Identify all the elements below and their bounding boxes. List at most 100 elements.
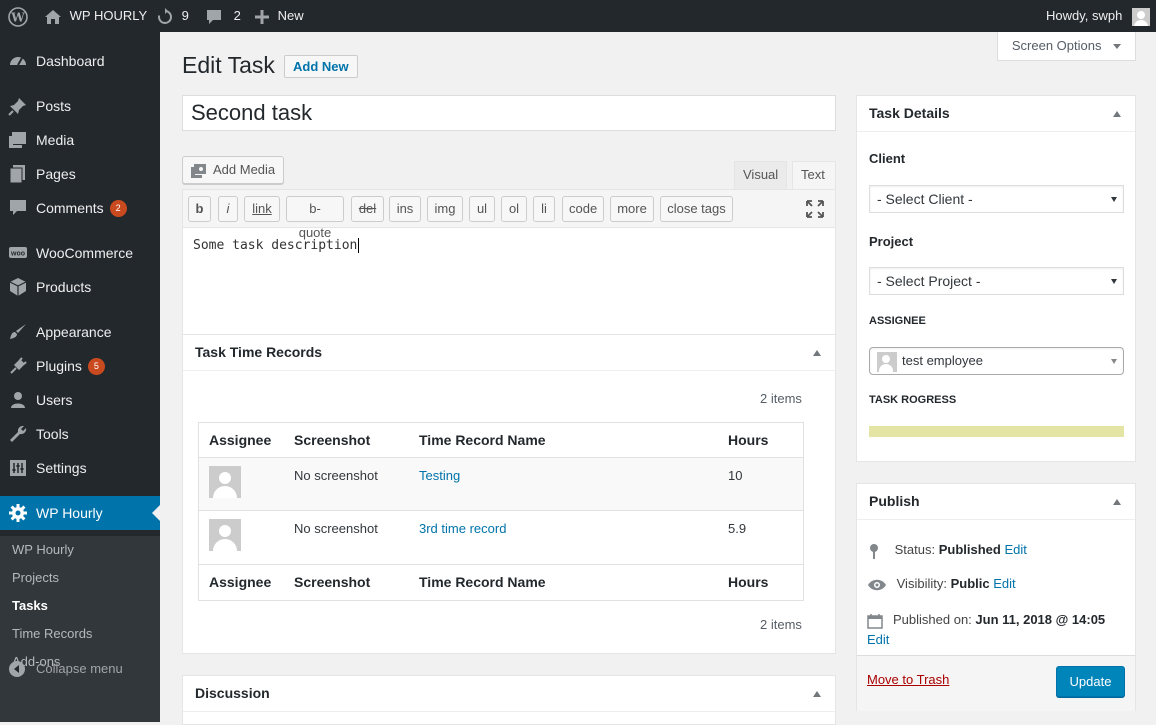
publish-header[interactable]: Publish: [857, 484, 1135, 520]
avatar: [877, 352, 897, 372]
editor: b i link b-quote del ins img ul ol li co…: [182, 189, 836, 335]
collapse-menu-label: Collapse menu: [36, 661, 123, 676]
dashboard-icon: [10, 57, 26, 66]
qt-bquote-button[interactable]: b-quote: [286, 196, 344, 240]
collapse-arrow-icon[interactable]: [813, 350, 821, 356]
woocommerce-icon: woo: [9, 247, 27, 258]
qt-ul-button[interactable]: ul: [469, 196, 495, 222]
collapse-arrow-icon[interactable]: [1113, 111, 1121, 117]
task-details-header[interactable]: Task Details: [857, 96, 1135, 132]
editor-textarea[interactable]: Some task description: [193, 238, 360, 253]
time-records-table: Assignee Screenshot Time Record Name Hou…: [198, 422, 804, 601]
table-footer-row: Assignee Screenshot Time Record Name Hou…: [199, 564, 803, 600]
edit-status-link[interactable]: Edit: [1004, 542, 1026, 557]
assignee-select[interactable]: test employee: [869, 347, 1124, 375]
qt-del-button[interactable]: del: [351, 196, 384, 222]
qt-ol-button[interactable]: ol: [501, 196, 527, 222]
published-value: Jun 11, 2018 @ 14:05: [975, 612, 1106, 627]
qt-img-button[interactable]: img: [427, 196, 463, 222]
box-title: Task Time Records: [195, 344, 323, 360]
screenshot-cell: No screenshot: [294, 468, 378, 483]
sidebar-item-media[interactable]: Media: [0, 123, 160, 157]
sidebar-item-label-wrap: Plugins 5: [36, 349, 105, 383]
time-record-link[interactable]: Testing: [419, 468, 460, 483]
sidebar-item-label: WooCommerce: [36, 245, 133, 261]
page-title: Edit Task: [182, 52, 275, 78]
collapse-arrow-icon[interactable]: [813, 691, 821, 697]
qt-li-button[interactable]: li: [533, 196, 555, 222]
qt-bold-button[interactable]: b: [188, 196, 211, 222]
screen-options-button[interactable]: Screen Options: [997, 32, 1136, 61]
sidebar-item-wp-hourly[interactable]: WP Hourly: [0, 496, 160, 530]
tab-text[interactable]: Text: [792, 161, 836, 189]
client-label: Client: [869, 151, 906, 166]
site-home-link[interactable]: WP HOURLY: [44, 0, 147, 32]
qt-ins-button[interactable]: ins: [389, 196, 421, 222]
my-account[interactable]: Howdy, swph: [1046, 0, 1150, 32]
collapse-arrow-icon[interactable]: [1113, 499, 1121, 505]
submenu-item-wp-hourly[interactable]: WP Hourly: [12, 536, 74, 564]
qt-italic-button[interactable]: i: [218, 196, 238, 222]
collapse-menu-button[interactable]: Collapse menu: [0, 654, 160, 683]
column-footer-hours: Hours: [728, 574, 769, 590]
qt-more-button[interactable]: more: [610, 196, 654, 222]
submenu-item-tasks[interactable]: Tasks: [12, 592, 48, 620]
sidebar-item-pages[interactable]: Pages: [0, 157, 160, 191]
avatar: [1131, 7, 1150, 26]
sidebar-item-settings[interactable]: Settings: [0, 451, 160, 485]
edit-date-link[interactable]: Edit: [867, 632, 889, 647]
collapse-icon: [9, 661, 25, 677]
chevron-down-icon: [1111, 359, 1117, 364]
sidebar-item-appearance[interactable]: Appearance: [0, 315, 160, 349]
sidebar-item-label: WP Hourly: [36, 505, 103, 521]
comments-link[interactable]: 2: [205, 0, 241, 32]
qt-link-button[interactable]: link: [244, 196, 280, 222]
task-details-box: Task Details Client - Select Client - Pr…: [856, 95, 1136, 462]
items-count-bottom: 2 items: [760, 617, 802, 632]
add-media-button[interactable]: Add Media: [182, 156, 284, 184]
avatar: [209, 519, 241, 551]
post-title-input[interactable]: Second task: [182, 95, 836, 131]
column-header-screenshot: Screenshot: [294, 432, 371, 448]
box-icon: [9, 278, 27, 296]
qt-close-tags-button[interactable]: close tags: [660, 196, 733, 222]
update-button[interactable]: Update: [1056, 666, 1125, 697]
user-icon: [11, 392, 25, 408]
hours-cell: 5.9: [728, 521, 747, 536]
sidebar-item-tools[interactable]: Tools: [0, 417, 160, 451]
client-select[interactable]: - Select Client -: [869, 185, 1124, 213]
gear-icon: [9, 504, 27, 522]
eye-icon: [868, 579, 886, 590]
new-content-link[interactable]: New: [255, 0, 304, 32]
tab-visual[interactable]: Visual: [734, 161, 788, 189]
sidebar-item-dashboard[interactable]: Dashboard: [0, 44, 160, 78]
publish-date-row: Published on: Jun 11, 2018 @ 14:05 Edit: [867, 610, 1129, 650]
sidebar-item-users[interactable]: Users: [0, 383, 160, 417]
submenu-item-time-records[interactable]: Time Records: [12, 620, 92, 648]
site-name: WP HOURLY: [69, 8, 148, 23]
edit-visibility-link[interactable]: Edit: [993, 576, 1015, 591]
time-records-header[interactable]: Task Time Records: [183, 335, 835, 371]
box-title: Task Details: [869, 105, 950, 121]
sidebar-item-woocommerce[interactable]: woo WooCommerce: [0, 236, 160, 270]
qt-code-button[interactable]: code: [562, 196, 604, 222]
column-footer-assignee: Assignee: [209, 574, 272, 590]
submenu-item-projects[interactable]: Projects: [12, 564, 59, 592]
move-to-trash-link[interactable]: Move to Trash: [867, 672, 949, 687]
box-title: Discussion: [195, 685, 270, 701]
time-records-box: Task Time Records 2 items Assignee Scree…: [182, 334, 836, 654]
fullscreen-icon[interactable]: [806, 200, 824, 218]
sidebar-item-comments[interactable]: Comments 2: [0, 191, 160, 225]
wordpress-logo-icon[interactable]: W: [8, 0, 28, 32]
add-new-button[interactable]: Add New: [284, 55, 358, 78]
time-record-link[interactable]: 3rd time record: [419, 521, 506, 536]
visibility-value: Public: [950, 576, 990, 591]
sidebar-item-posts[interactable]: Posts: [0, 89, 160, 123]
sidebar-item-plugins[interactable]: Plugins 5: [0, 349, 160, 383]
project-select[interactable]: - Select Project -: [869, 267, 1124, 295]
visibility-label: Visibility:: [896, 576, 947, 591]
updates-link[interactable]: 9: [156, 0, 189, 32]
comment-icon: [207, 9, 221, 24]
discussion-header[interactable]: Discussion: [183, 676, 835, 712]
sidebar-item-products[interactable]: Products: [0, 270, 160, 304]
